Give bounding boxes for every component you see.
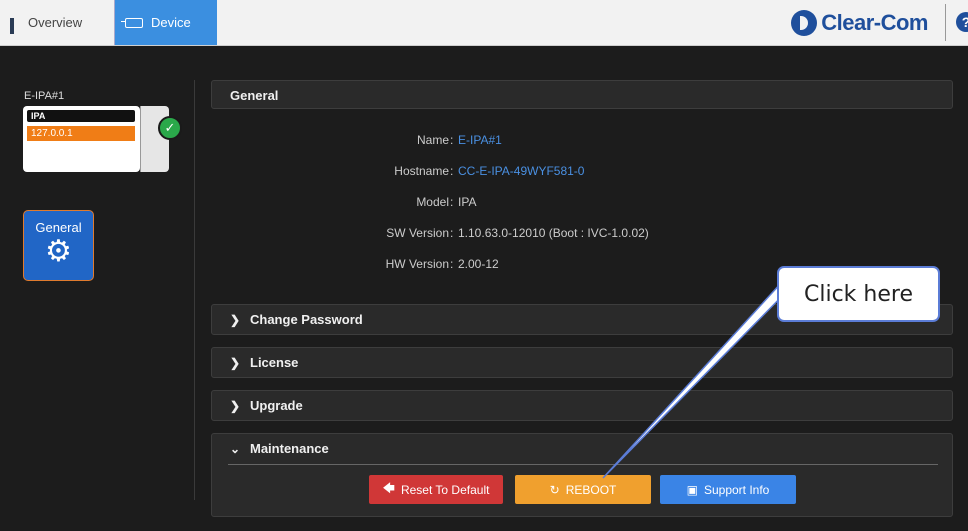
- general-panel-header[interactable]: General: [211, 80, 953, 109]
- info-label: Name: [416, 133, 449, 147]
- brand-logo: Clear-Com: [791, 8, 928, 38]
- brand-mark-icon: [791, 10, 818, 36]
- info-separator: :: [450, 133, 454, 147]
- info-separator: :: [450, 164, 454, 178]
- device-icon: [121, 17, 143, 28]
- reboot-button-label: REBOOT: [565, 482, 617, 497]
- info-row-sw-version: SW Version : 1.10.63.0-12010 (Boot : IVC…: [211, 226, 953, 257]
- tab-overview-label: Overview: [28, 15, 83, 30]
- callout-text: Click here: [804, 281, 913, 307]
- section-maintenance-header[interactable]: ⌄ Maintenance: [212, 434, 952, 463]
- info-separator: :: [450, 226, 454, 240]
- refresh-icon: ↻: [549, 482, 560, 497]
- brand-name: Clear-Com: [821, 10, 928, 35]
- tab-device-label: Device: [151, 15, 191, 30]
- chevron-down-icon: ⌄: [230, 441, 241, 456]
- info-value-model: IPA: [458, 195, 477, 209]
- device-label: E-IPA#1: [24, 90, 65, 102]
- help-icon[interactable]: ?: [956, 12, 968, 32]
- device-card-ip: 127.0.0.1: [27, 126, 135, 141]
- device-card-model: IPA: [27, 110, 135, 122]
- info-label: Hostname: [394, 164, 449, 178]
- chevron-right-icon: ❯: [230, 355, 241, 370]
- gear-icon: ⚙: [45, 235, 72, 268]
- reboot-button[interactable]: ↻ REBOOT: [515, 475, 651, 504]
- section-maintenance-label: Maintenance: [250, 441, 329, 456]
- section-license[interactable]: ❯ License: [211, 347, 953, 378]
- info-row-name: Name : E-IPA#1: [211, 133, 953, 164]
- info-row-model: Model : IPA: [211, 195, 953, 226]
- reset-to-default-button[interactable]: 🡄 Reset To Default: [369, 475, 503, 504]
- info-value-sw-version: 1.10.63.0-12010 (Boot : IVC-1.0.02): [458, 226, 649, 240]
- support-button-label: Support Info: [703, 482, 770, 497]
- chevron-right-icon: ❯: [230, 312, 241, 327]
- status-check-icon: ✓: [158, 116, 182, 140]
- maintenance-divider: [228, 464, 938, 465]
- grid-icon: [10, 17, 20, 34]
- info-value-hostname[interactable]: CC-E-IPA-49WYF581-0: [458, 164, 584, 178]
- info-value-name[interactable]: E-IPA#1: [458, 133, 502, 147]
- top-bar: Overview Device Clear-Com ?: [0, 0, 968, 46]
- device-card[interactable]: IPA 127.0.0.1: [23, 106, 140, 172]
- tab-device[interactable]: Device: [114, 0, 217, 45]
- sidebar-divider: [194, 80, 195, 500]
- info-label: Model: [416, 195, 449, 209]
- chevron-right-icon: ❯: [230, 398, 241, 413]
- header-divider: [945, 4, 946, 41]
- section-change-password-label: Change Password: [250, 312, 363, 327]
- general-info: Name : E-IPA#1 Hostname : CC-E-IPA-49WYF…: [211, 133, 953, 288]
- general-title: General: [230, 88, 279, 103]
- info-separator: :: [450, 195, 454, 209]
- info-separator: :: [450, 257, 454, 271]
- tab-overview[interactable]: Overview: [0, 0, 113, 45]
- reset-button-label: Reset To Default: [400, 482, 490, 497]
- section-license-label: License: [250, 355, 299, 370]
- info-label: HW Version: [385, 257, 449, 271]
- section-upgrade[interactable]: ❯ Upgrade: [211, 390, 953, 421]
- sidebar-item-general[interactable]: General ⚙: [23, 210, 94, 281]
- camera-icon: ▣: [686, 482, 698, 497]
- sidebar-item-general-label: General: [35, 220, 82, 235]
- info-value-hw-version: 2.00-12: [458, 257, 499, 271]
- section-maintenance: ⌄ Maintenance 🡄 Reset To Default ↻ REBOO…: [211, 433, 953, 517]
- callout-bubble: Click here: [777, 266, 940, 322]
- arrow-left-icon: 🡄: [382, 481, 395, 495]
- support-info-button[interactable]: ▣ Support Info: [660, 475, 796, 504]
- info-label: SW Version: [386, 226, 449, 240]
- section-upgrade-label: Upgrade: [250, 398, 303, 413]
- info-row-hostname: Hostname : CC-E-IPA-49WYF581-0: [211, 164, 953, 195]
